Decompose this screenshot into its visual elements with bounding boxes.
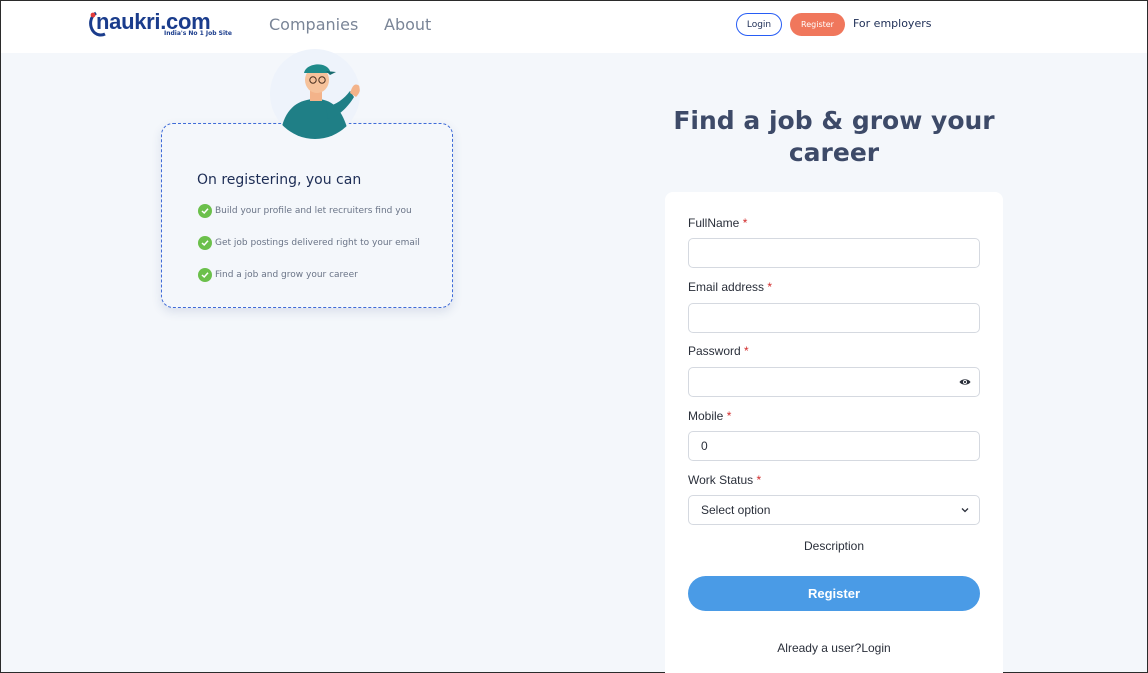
chevron-down-icon <box>961 508 969 513</box>
email-input[interactable] <box>688 303 980 333</box>
register-submit-button[interactable]: Register <box>688 576 980 611</box>
waving-person-illustration <box>270 49 360 139</box>
email-label: Email address * <box>688 280 773 294</box>
fullname-input[interactable] <box>688 238 980 268</box>
nav-about[interactable]: About <box>384 15 431 34</box>
work-status-value: Select option <box>701 503 771 517</box>
eye-icon[interactable] <box>959 377 971 387</box>
benefit-item: Get job postings delivered right to your… <box>198 236 420 250</box>
password-input[interactable] <box>688 367 980 397</box>
fullname-label: FullName * <box>688 216 748 230</box>
login-button[interactable]: Login <box>736 13 782 36</box>
mobile-label: Mobile * <box>688 409 732 423</box>
registration-form: FullName * Email address * Password * Mo… <box>665 192 1003 673</box>
benefit-text: Build your profile and let recruiters fi… <box>215 206 412 216</box>
benefits-card: On registering, you can Build your profi… <box>161 123 453 308</box>
nav-companies[interactable]: Companies <box>269 15 358 34</box>
check-circle-icon <box>198 204 212 218</box>
mobile-input[interactable]: 0 <box>688 431 980 461</box>
page-heading: Find a job & grow your career <box>673 106 995 167</box>
benefit-item: Build your profile and let recruiters fi… <box>198 204 412 218</box>
benefit-text: Find a job and grow your career <box>215 270 358 280</box>
work-status-label: Work Status * <box>688 473 762 487</box>
check-circle-icon <box>198 236 212 250</box>
benefit-text: Get job postings delivered right to your… <box>215 238 420 248</box>
check-circle-icon <box>198 268 212 282</box>
password-label: Password * <box>688 344 749 358</box>
naukri-logo[interactable]: naukri.com India's No 1 Job Site <box>87 9 247 41</box>
benefit-item: Find a job and grow your career <box>198 268 358 282</box>
already-user-login-link[interactable]: Already a user?Login <box>665 641 1003 655</box>
work-status-select[interactable]: Select option <box>688 495 980 525</box>
logo-tagline: India's No 1 Job Site <box>164 30 232 37</box>
top-header: naukri.com India's No 1 Job Site Compani… <box>1 1 1147 53</box>
register-header-button[interactable]: Register <box>790 13 845 36</box>
for-employers-link[interactable]: For employers <box>853 17 931 30</box>
benefits-title: On registering, you can <box>197 172 362 188</box>
description-text: Description <box>803 539 865 553</box>
